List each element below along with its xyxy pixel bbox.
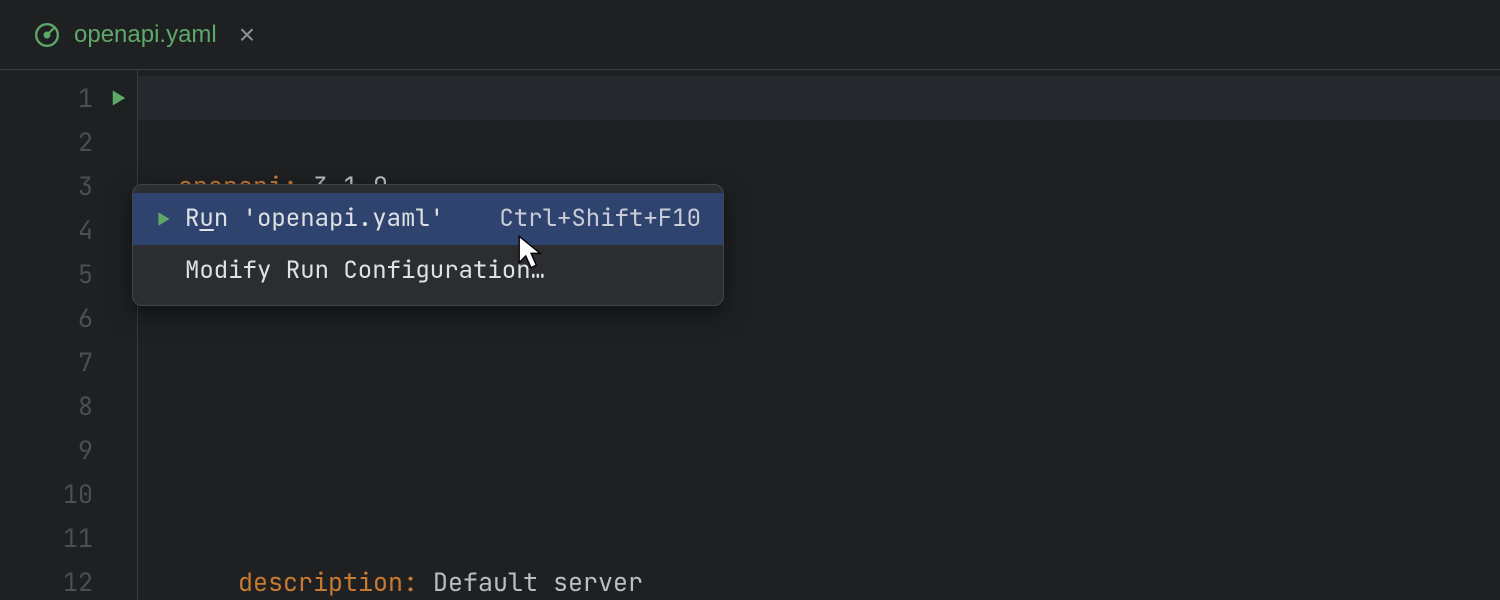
openapi-file-icon	[34, 22, 60, 48]
gutter-line[interactable]: 2	[0, 120, 137, 164]
gutter-line[interactable]: 8	[0, 384, 137, 428]
code-line-4: description: Default server	[178, 560, 1423, 600]
gutter-line[interactable]: 12	[0, 560, 137, 600]
gutter-line[interactable]: 3	[0, 164, 137, 208]
gutter-line[interactable]: 4	[0, 208, 137, 252]
play-icon	[155, 210, 185, 228]
close-tab-icon[interactable]: ×	[231, 21, 263, 49]
gutter-line[interactable]: 11	[0, 516, 137, 560]
code-area[interactable]: openapi: 3.1.0 description: Default serv…	[138, 70, 1423, 600]
editor-tab-bar: openapi.yaml ×	[0, 0, 1500, 70]
line-number-gutter: 1 2 3 4 5 6 7 8 9 10 11 12	[0, 70, 138, 600]
run-context-menu: Run 'openapi.yaml' Ctrl+Shift+F10 Modify…	[132, 184, 724, 306]
run-gutter-icon[interactable]	[109, 88, 129, 108]
tab-filename: openapi.yaml	[74, 21, 217, 49]
menu-label-modify: Modify Run Configuration…	[185, 249, 701, 293]
menu-shortcut-run: Ctrl+Shift+F10	[499, 197, 701, 241]
gutter-line[interactable]: 9	[0, 428, 137, 472]
code-editor[interactable]: 1 2 3 4 5 6 7 8 9 10 11 12 openapi: 3.1.…	[0, 70, 1500, 600]
menu-label-run: Run 'openapi.yaml'	[185, 197, 499, 241]
gutter-line[interactable]: 6	[0, 296, 137, 340]
gutter-line[interactable]: 7	[0, 340, 137, 384]
gutter-line[interactable]: 10	[0, 472, 137, 516]
menu-item-run[interactable]: Run 'openapi.yaml' Ctrl+Shift+F10	[133, 193, 723, 245]
code-line-3	[178, 428, 1423, 472]
file-tab[interactable]: openapi.yaml ×	[20, 11, 277, 59]
menu-item-modify-run-config[interactable]: Modify Run Configuration…	[133, 245, 723, 297]
gutter-line[interactable]: 5	[0, 252, 137, 296]
gutter-line-1[interactable]: 1	[0, 76, 137, 120]
